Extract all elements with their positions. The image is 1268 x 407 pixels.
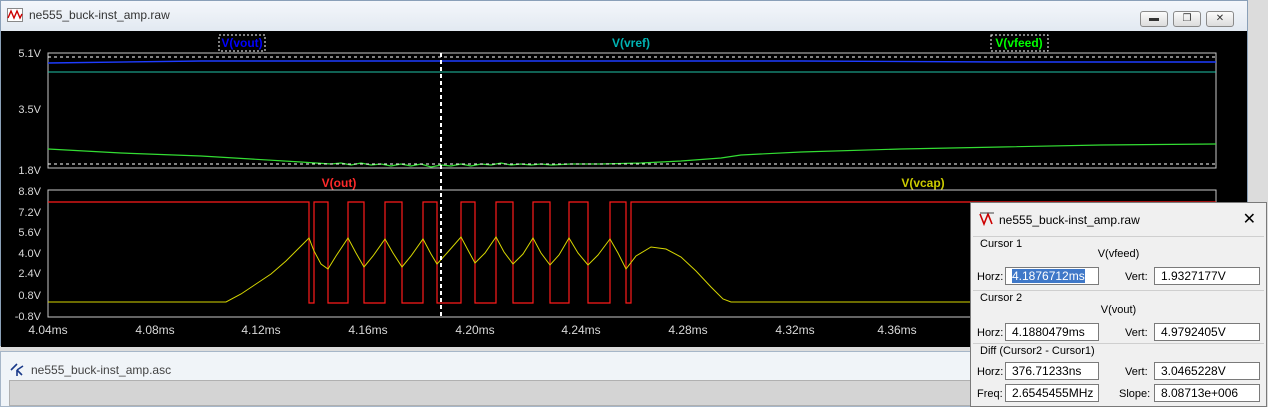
x-tick: 4.28ms <box>668 323 707 337</box>
cursor1-horz-label: Horz: <box>977 271 1004 283</box>
minimize-button[interactable]: ▬ <box>1140 11 1168 27</box>
window-title: ne555_buck-inst_amp.raw <box>29 8 170 22</box>
cursor1-group: Cursor 1 V(vfeed) Horz: 4.1876712ms Vert… <box>973 236 1264 287</box>
trace-label-vref[interactable]: V(vref) <box>612 36 650 50</box>
trace-label-vfeed[interactable]: V(vfeed) <box>995 36 1042 50</box>
diff-vert-field[interactable]: 3.0465228V <box>1154 362 1260 380</box>
diff-slope-label: Slope: <box>1119 388 1151 400</box>
x-tick: 4.32ms <box>775 323 814 337</box>
cursor1-trace-name: V(vfeed) <box>1097 248 1140 260</box>
diff-freq-label: Freq: <box>977 388 1003 400</box>
cursor2-group: Cursor 2 V(vout) Horz: 4.1880479ms Vert:… <box>973 290 1264 341</box>
schematic-icon <box>10 363 24 376</box>
close-button[interactable]: ✕ <box>1206 11 1234 27</box>
window-titlebar[interactable]: ne555_buck-inst_amp.raw ▬ ❐ ✕ <box>1 1 1247 31</box>
x-tick: 4.24ms <box>561 323 600 337</box>
bottom-y-tick: 8.8V <box>18 186 41 198</box>
diff-vert-label: Vert: <box>1125 366 1148 378</box>
bottom-y-tick: 0.8V <box>18 290 41 302</box>
trace-label-vout[interactable]: V(vout) <box>221 36 262 50</box>
trace-vout <box>47 60 1216 64</box>
cursor2-trace-name: V(vout) <box>1100 304 1137 316</box>
trace-label-out[interactable]: V(out) <box>322 176 357 190</box>
cursor2-horz-field[interactable]: 4.1880479ms <box>1005 323 1099 341</box>
cursor2-group-label: Cursor 2 <box>980 292 1023 304</box>
cursor-dialog-icon <box>979 212 994 226</box>
diff-slope-field[interactable]: 8.08713e+006 <box>1154 384 1260 402</box>
diff-freq-field[interactable]: 2.6545455MHz <box>1005 384 1099 402</box>
close-icon[interactable]: ✕ <box>1243 209 1256 229</box>
waveform-app-icon <box>7 8 23 22</box>
schematic-window[interactable]: ne555_buck-inst_amp.asc <box>0 351 980 407</box>
diff-horz-field[interactable]: 376.71233ns <box>1005 362 1099 380</box>
cursor2-horz-label: Horz: <box>977 327 1004 339</box>
bottom-y-tick: 4.0V <box>18 248 41 260</box>
top-pane-frame <box>47 52 1217 169</box>
diff-group-label: Diff (Cursor2 - Cursor1) <box>980 345 1095 357</box>
cursor-readout-dialog: ne555_buck-inst_amp.raw ✕ Cursor 1 V(vfe… <box>970 202 1267 407</box>
trace-label-vcap[interactable]: V(vcap) <box>901 176 944 190</box>
bottom-y-tick: -0.8V <box>15 311 42 323</box>
x-tick: 4.08ms <box>135 323 174 337</box>
cursor-dialog-title: ne555_buck-inst_amp.raw <box>999 213 1140 227</box>
x-tick: 4.16ms <box>348 323 387 337</box>
cursor1-vert-label: Vert: <box>1125 271 1148 283</box>
bottom-y-tick: 7.2V <box>18 207 41 219</box>
diff-group: Diff (Cursor2 - Cursor1) Horz: 376.71233… <box>973 343 1264 407</box>
diff-horz-label: Horz: <box>977 366 1004 378</box>
top-y-tick: 3.5V <box>18 104 41 116</box>
x-tick: 4.12ms <box>241 323 280 337</box>
x-tick: 4.36ms <box>877 323 916 337</box>
x-tick: 4.20ms <box>455 323 494 337</box>
x-tick: 4.04ms <box>28 323 67 337</box>
schematic-body <box>9 380 971 406</box>
cursor2-vert-field[interactable]: 4.9792405V <box>1154 323 1260 341</box>
schematic-window-title: ne555_buck-inst_amp.asc <box>31 363 172 377</box>
bottom-y-tick: 2.4V <box>18 268 41 280</box>
cursor2-vert-label: Vert: <box>1125 327 1148 339</box>
top-y-tick: 1.8V <box>18 165 41 177</box>
bottom-y-tick: 5.6V <box>18 227 41 239</box>
restore-button[interactable]: ❐ <box>1173 11 1201 27</box>
top-y-tick: 5.1V <box>18 48 41 60</box>
cursor1-vert-field[interactable]: 1.9327177V <box>1154 267 1260 285</box>
cursor1-horz-field[interactable]: 4.1876712ms <box>1005 267 1099 285</box>
